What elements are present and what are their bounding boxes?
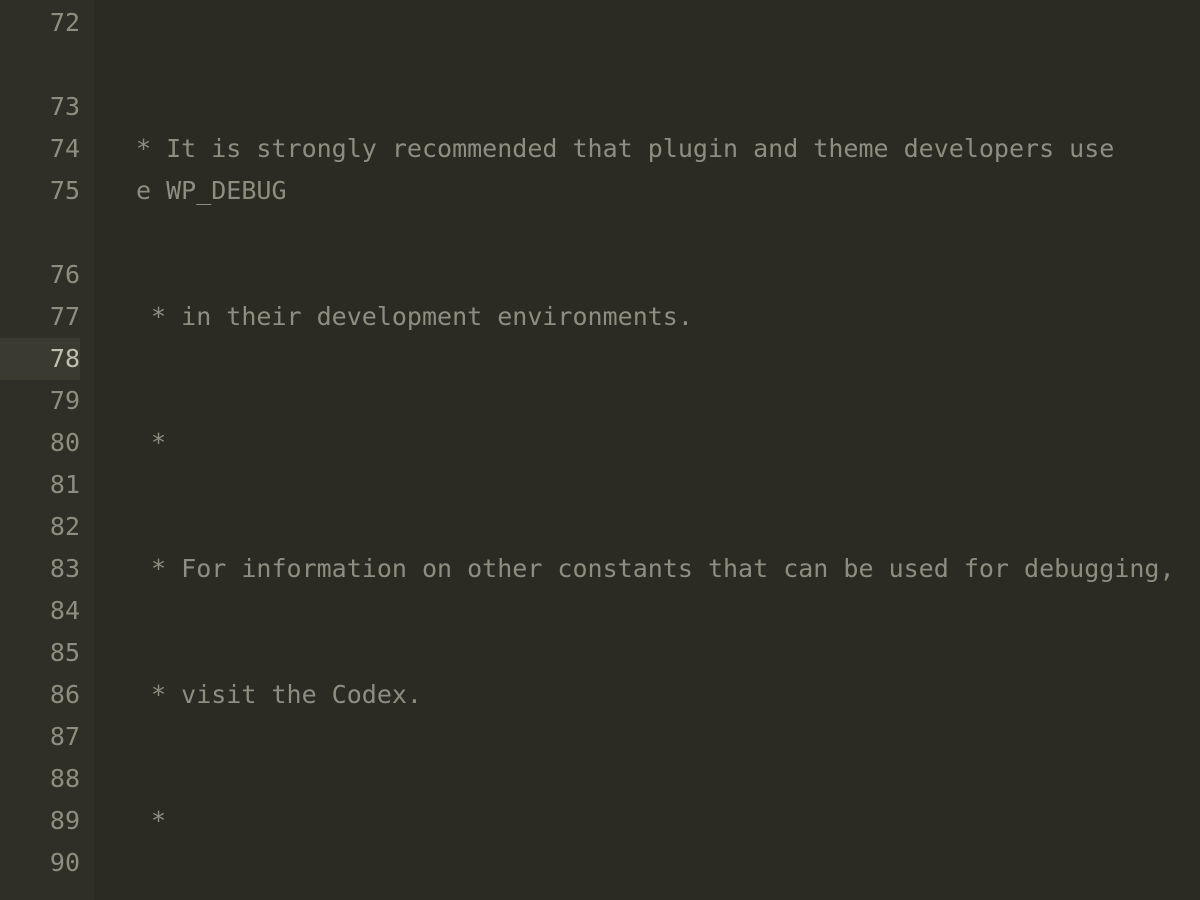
line-number: 76 — [0, 254, 80, 296]
line-number: 79 — [0, 380, 80, 422]
code-line: * visit the Codex. — [108, 674, 1200, 716]
line-number: . — [0, 212, 80, 254]
line-number: 88 — [0, 758, 80, 800]
line-number: 86 — [0, 674, 80, 716]
code-line-wrap: e WP_DEBUG — [108, 170, 1200, 212]
line-number: 90 — [0, 842, 80, 884]
line-number: 82 — [0, 506, 80, 548]
code-area[interactable]: * It is strongly recommended that plugin… — [94, 0, 1200, 900]
line-number: 87 — [0, 716, 80, 758]
line-number: 73 — [0, 86, 80, 128]
line-number-gutter: 72.737475.767778798081828384858687888990 — [0, 0, 94, 900]
comment-text: * visit the Codex. — [136, 680, 422, 709]
line-number: 72 — [0, 2, 80, 44]
comment-text: * For information on other constants tha… — [136, 554, 1175, 583]
code-line: * It is strongly recommended that plugin… — [108, 128, 1200, 170]
code-line: * — [108, 800, 1200, 842]
line-number: 77 — [0, 296, 80, 338]
line-number: . — [0, 44, 80, 86]
line-number: 78 — [0, 338, 80, 380]
line-number: 89 — [0, 800, 80, 842]
line-number: 75 — [0, 170, 80, 212]
line-number: 74 — [0, 128, 80, 170]
line-number: 85 — [0, 632, 80, 674]
code-editor[interactable]: 72.737475.767778798081828384858687888990… — [0, 0, 1200, 900]
code-line: * — [108, 422, 1200, 464]
line-number: 84 — [0, 590, 80, 632]
line-number: 83 — [0, 548, 80, 590]
code-line: * in their development environments. — [108, 296, 1200, 338]
comment-text: * in their development environments. — [136, 302, 693, 331]
comment-text: * It is strongly recommended that plugin… — [136, 134, 1114, 163]
code-line: * For information on other constants tha… — [108, 548, 1200, 590]
comment-text: * — [136, 428, 166, 457]
comment-text: * — [136, 806, 166, 835]
line-number: 80 — [0, 422, 80, 464]
line-number: 81 — [0, 464, 80, 506]
